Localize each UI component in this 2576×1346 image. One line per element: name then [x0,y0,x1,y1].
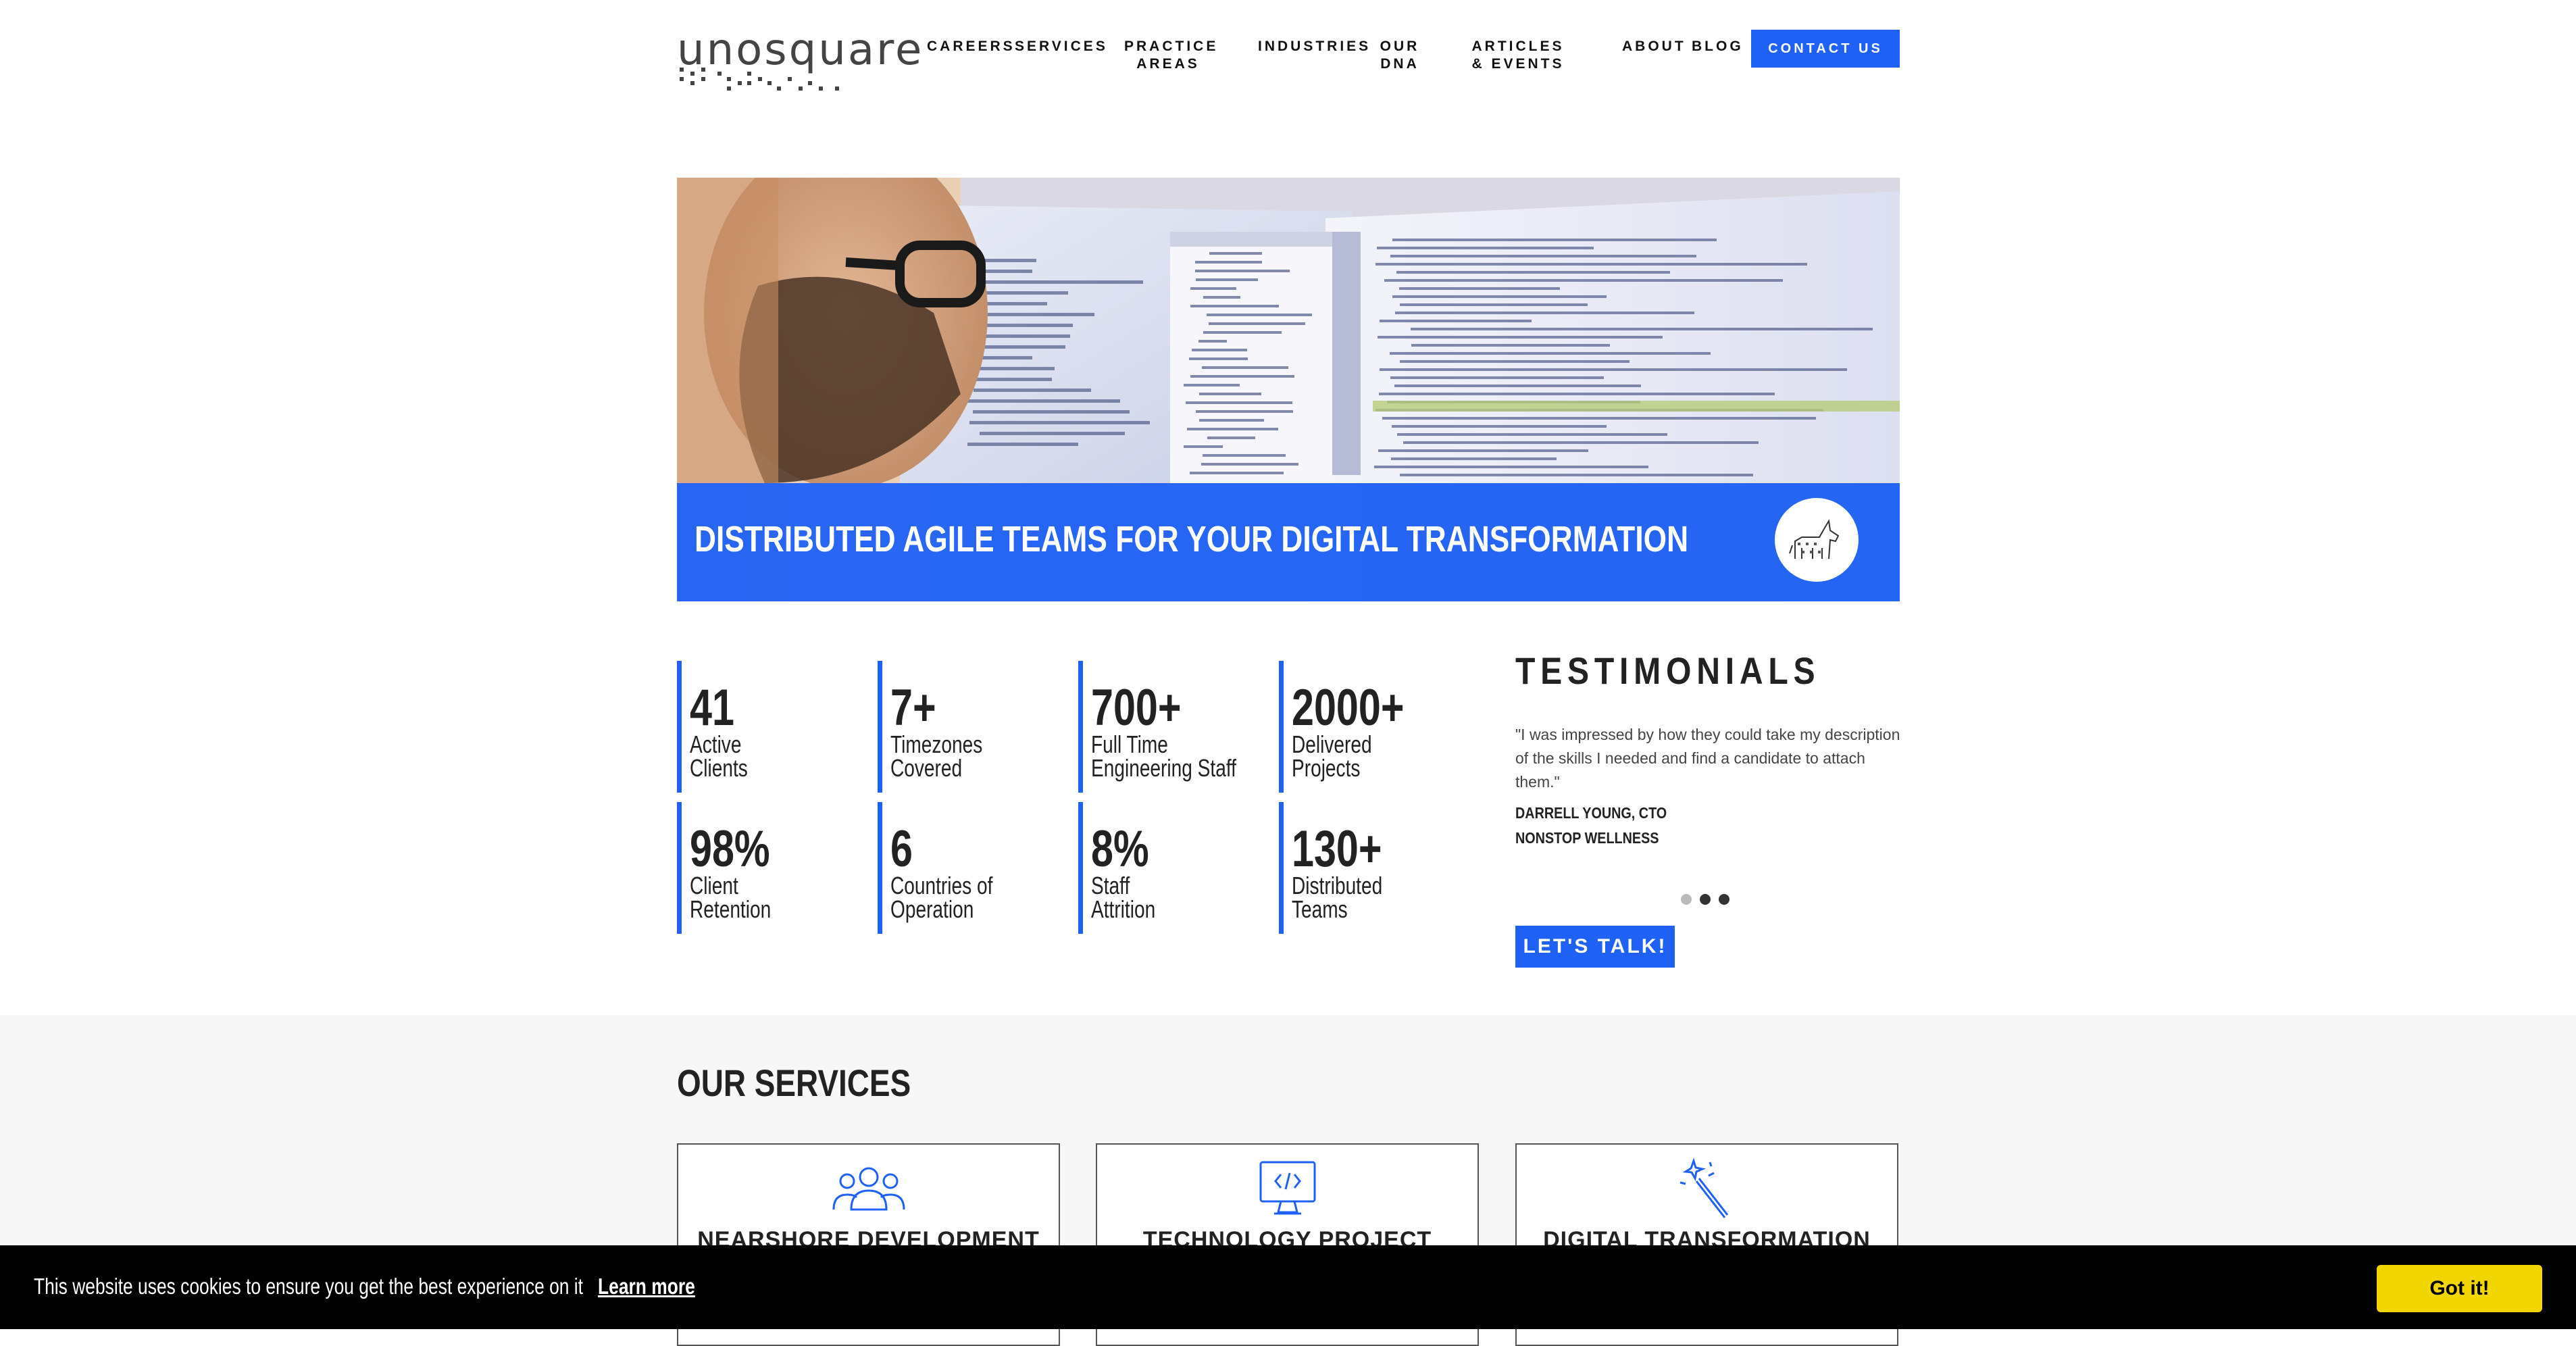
hero-title: DISTRIBUTED AGILE TEAMS FOR YOUR DIGITAL… [694,519,1689,559]
unosquare-logo[interactable]: unosquare [677,26,921,100]
stat-value: 2000+ [1292,679,1405,737]
magic-wand-icon [1680,1158,1728,1218]
carousel-dot[interactable] [1700,894,1711,905]
stat-label: Staff Attrition [1091,872,1156,923]
cookie-message-text: This website uses cookies to ensure you … [34,1274,583,1299]
stat-distributed-teams: 130+ Distributed Teams [1279,802,1466,934]
stat-value: 98% [690,820,770,878]
stat-label: Client Retention [690,872,772,923]
hero-banner: DISTRIBUTED AGILE TEAMS FOR YOUR DIGITAL… [677,178,1900,601]
nav-our-dna[interactable]: OUR DNA [1378,38,1421,73]
stat-countries: 6 Countries of Operation [878,802,1065,934]
stat-value: 130+ [1292,820,1382,878]
cookie-accept-button[interactable]: Got it! [2377,1265,2542,1312]
testimonial-quote: "I was impressed by how they could take … [1515,726,1900,791]
stat-value: 6 [890,820,913,878]
nav-about[interactable]: ABOUT [1622,38,1686,55]
stat-client-retention: 98% Client Retention [677,802,864,934]
unicorn-pixel-icon [1789,519,1840,559]
stat-timezones: 7+ Timezones Covered [878,661,1065,793]
stat-label: Countries of Operation [890,872,993,923]
site-header: unosquare CAREERS SERVICES PRACTICE AREA… [677,26,1900,100]
nav-practice-areas[interactable]: PRACTICE AREAS [1124,38,1215,73]
hero-image [677,178,1900,483]
stat-value: 7+ [890,679,936,737]
nav-articles-events[interactable]: ARTICLES & EVENTS [1467,38,1569,73]
team-icon [832,1167,905,1211]
nav-services[interactable]: SERVICES [1015,38,1108,55]
stat-label: Timezones Covered [890,730,983,782]
learn-more-link[interactable]: Learn more [598,1274,695,1299]
carousel-dot[interactable] [1681,894,1692,905]
stat-engineering-staff: 700+ Full Time Engineering Staff [1078,661,1265,793]
lets-talk-button[interactable]: LET'S TALK! [1515,926,1675,968]
nav-careers[interactable]: CAREERS [927,38,1015,55]
stat-label: Delivered Projects [1292,730,1372,782]
logo-dot-pattern [680,68,896,95]
nav-blog[interactable]: BLOG [1692,38,1744,55]
stat-active-clients: 41 Active Clients [677,661,864,793]
stat-delivered-projects: 2000+ Delivered Projects [1279,661,1466,793]
testimonial-author: DARRELL YOUNG, CTO [1515,804,1667,822]
contact-us-button[interactable]: CONTACT US [1751,30,1900,68]
stat-label: Distributed Teams [1292,872,1383,923]
cookie-consent-bar: This website uses cookies to ensure you … [0,1245,2576,1329]
stat-value: 41 [690,679,734,737]
stat-label: Full Time Engineering Staff [1091,730,1236,782]
hero-caption-bar: DISTRIBUTED AGILE TEAMS FOR YOUR DIGITAL… [677,483,1900,601]
services-title: OUR SERVICES [677,1062,911,1104]
stat-value: 8% [1091,820,1149,878]
testimonials-heading: TESTIMONIALS [1515,649,1821,692]
carousel-dot[interactable] [1719,894,1729,905]
testimonial-company: NONSTOP WELLNESS [1515,829,1659,847]
cookie-message: This website uses cookies to ensure you … [34,1274,695,1299]
unicorn-icon [1775,498,1859,582]
stat-staff-attrition: 8% Staff Attrition [1078,802,1265,934]
stat-value: 700+ [1091,679,1182,737]
monitor-code-icon [1259,1161,1315,1215]
stat-label: Active Clients [690,730,748,782]
nav-industries[interactable]: INDUSTRIES [1258,38,1371,55]
